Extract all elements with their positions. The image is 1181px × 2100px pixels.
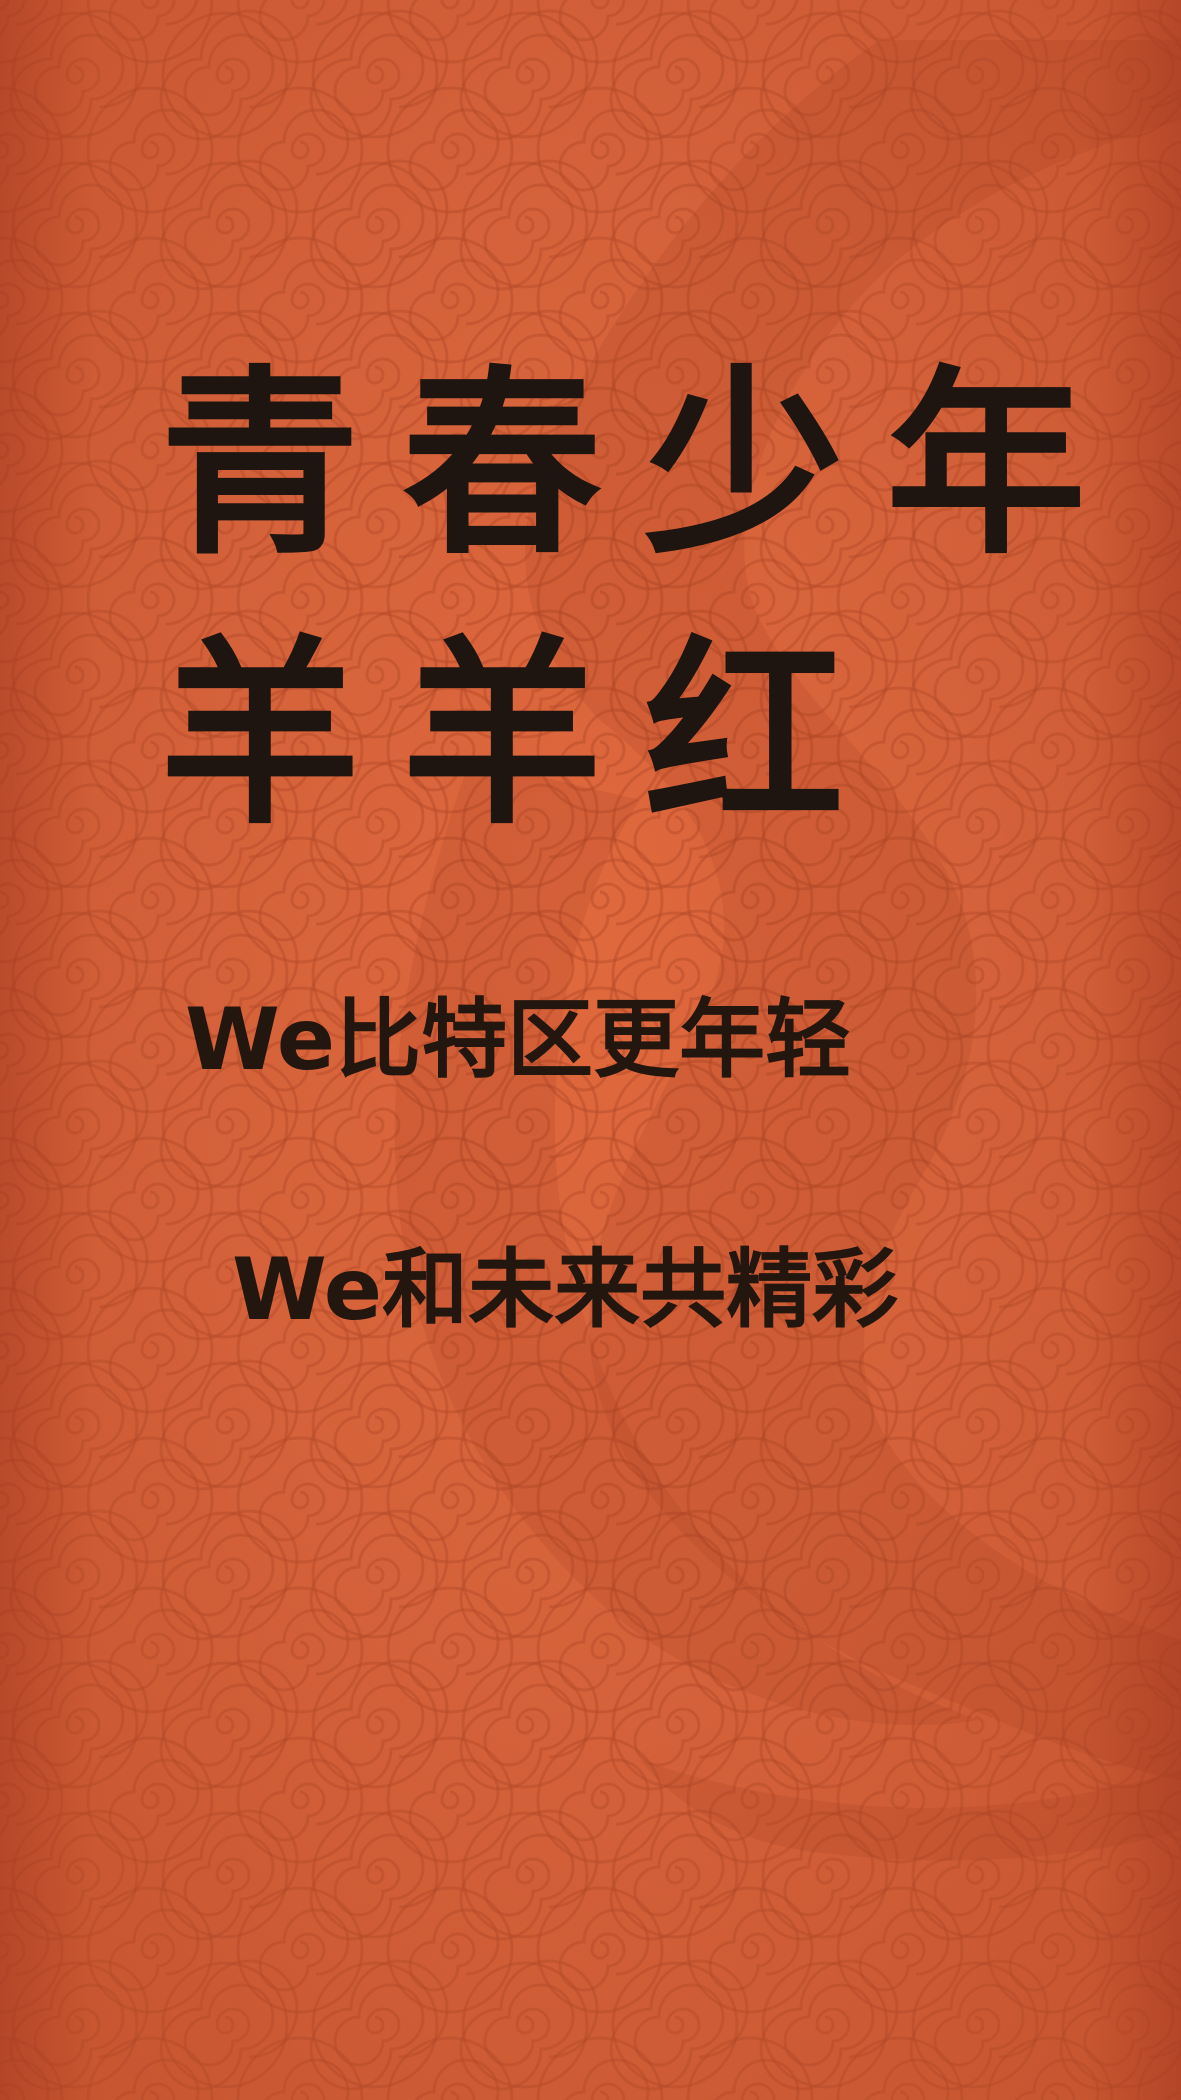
slogan-2: We和未来共精彩 xyxy=(232,1240,899,1340)
slogan-1: We比特区更年轻 xyxy=(185,990,852,1090)
poster: 青春少年 羊羊红 We比特区更年轻 We和未来共精彩 xyxy=(0,0,1181,2100)
headline-line-2: 羊羊红 xyxy=(160,617,887,852)
headline-line-1: 青春少年 xyxy=(160,347,1129,582)
headline: 青春少年 羊羊红 xyxy=(160,330,1120,870)
